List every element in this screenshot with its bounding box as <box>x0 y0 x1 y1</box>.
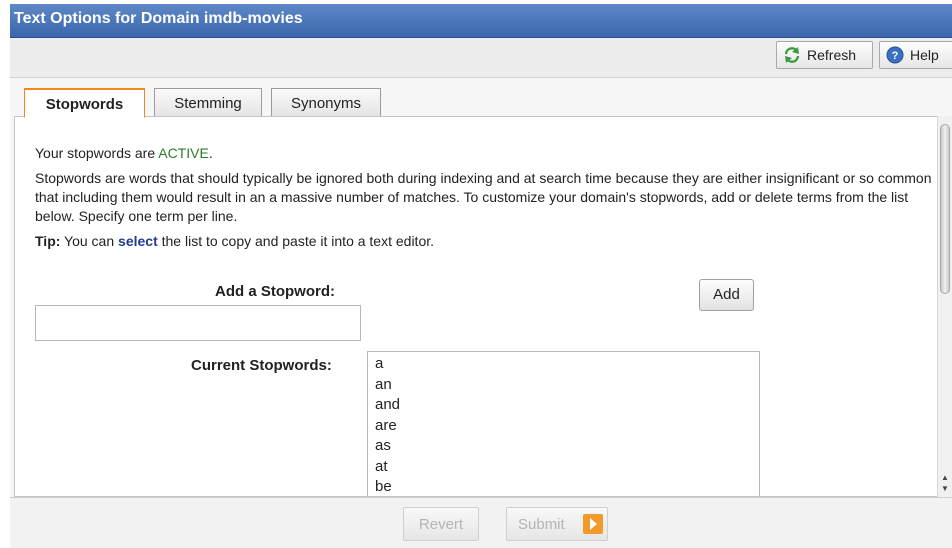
refresh-button[interactable]: Refresh <box>776 41 873 69</box>
vertical-scrollbar[interactable]: ▲ ▼ <box>937 116 952 497</box>
scroll-down-icon[interactable]: ▼ <box>941 485 949 493</box>
toolbar: Refresh ? Help <box>10 38 952 78</box>
arrow-right-icon <box>583 514 603 534</box>
status-suffix: . <box>208 145 213 161</box>
revert-button[interactable]: Revert <box>403 507 479 541</box>
refresh-label: Refresh <box>807 47 857 63</box>
refresh-icon <box>783 46 801 64</box>
scrollbar-thumb[interactable] <box>940 124 950 294</box>
tip-text: Tip: You can select the list to copy and… <box>35 233 434 249</box>
help-label: Help <box>910 47 939 63</box>
list-item: as <box>375 437 391 454</box>
submit-button[interactable]: Submit <box>506 507 608 541</box>
list-item: a <box>375 355 384 372</box>
select-link[interactable]: select <box>118 233 158 249</box>
tip-after: the list to copy and paste it into a tex… <box>157 233 435 249</box>
list-item: be <box>375 478 392 495</box>
tab-stemming[interactable]: Stemming <box>154 88 262 117</box>
add-button[interactable]: Add <box>699 279 754 311</box>
tab-stopwords[interactable]: Stopwords <box>24 88 145 118</box>
help-icon: ? <box>886 46 904 64</box>
stopwords-content: Your stopwords are ACTIVE. Stopwords are… <box>14 116 938 497</box>
window-title: Text Options for Domain imdb-movies <box>10 4 952 38</box>
svg-text:?: ? <box>892 50 899 62</box>
list-item: and <box>375 396 401 413</box>
stopwords-status: Your stopwords are ACTIVE. <box>35 145 213 161</box>
scroll-up-icon[interactable]: ▲ <box>941 474 949 482</box>
stopwords-description: Stopwords are words that should typicall… <box>35 170 932 224</box>
submit-label: Submit <box>518 515 565 533</box>
list-item: at <box>375 457 388 475</box>
list-item: are <box>375 416 397 434</box>
footer-bar: Revert Submit <box>10 498 952 548</box>
current-stopwords-list[interactable]: a an and are as at be <box>367 351 760 496</box>
tip-label: Tip: <box>35 233 61 249</box>
status-prefix: Your stopwords are <box>35 145 159 161</box>
add-stopword-label: Add a Stopword: <box>215 283 335 300</box>
tip-before: You can <box>60 233 119 249</box>
list-item: an <box>375 375 392 393</box>
status-badge: ACTIVE <box>158 145 209 161</box>
current-stopwords-label: Current Stopwords: <box>191 357 332 374</box>
options-panel: Stopwords Stemming Synonyms Your stopwor… <box>10 78 952 498</box>
add-stopword-input[interactable] <box>35 305 361 341</box>
help-button[interactable]: ? Help <box>879 41 952 69</box>
tab-synonyms[interactable]: Synonyms <box>271 88 381 117</box>
